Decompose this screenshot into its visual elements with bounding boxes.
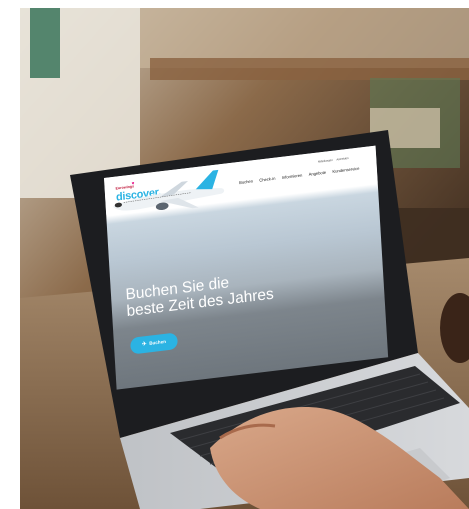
book-button[interactable]: ✈ Buchen <box>129 332 179 355</box>
nav-item-angebote[interactable]: Angebote <box>309 170 327 177</box>
nav-item-checkin[interactable]: Check-in <box>259 176 275 183</box>
nav-item-kundenservice[interactable]: Kundenservice <box>332 166 359 174</box>
nav-item-informieren[interactable]: Informieren <box>282 173 303 180</box>
hero-headline: Buchen Sie die beste Zeit des Jahres <box>125 265 308 319</box>
login-link[interactable]: Anmelden <box>336 156 348 161</box>
notifications-link[interactable]: Mitteilungen <box>318 158 333 163</box>
main-nav: Buchen Check-in Informieren Angebote Kun… <box>239 166 360 185</box>
airplane-icon: ✈ <box>141 341 147 348</box>
photo-scene: Eurowings ♥ discover. Mitteilungen Anmel… <box>20 8 469 509</box>
nav-item-buchen[interactable]: Buchen <box>239 179 253 185</box>
laptop-screen: Eurowings ♥ discover. Mitteilungen Anmel… <box>104 145 389 390</box>
book-button-label: Buchen <box>149 339 167 347</box>
utility-links: Mitteilungen Anmelden <box>318 156 349 163</box>
